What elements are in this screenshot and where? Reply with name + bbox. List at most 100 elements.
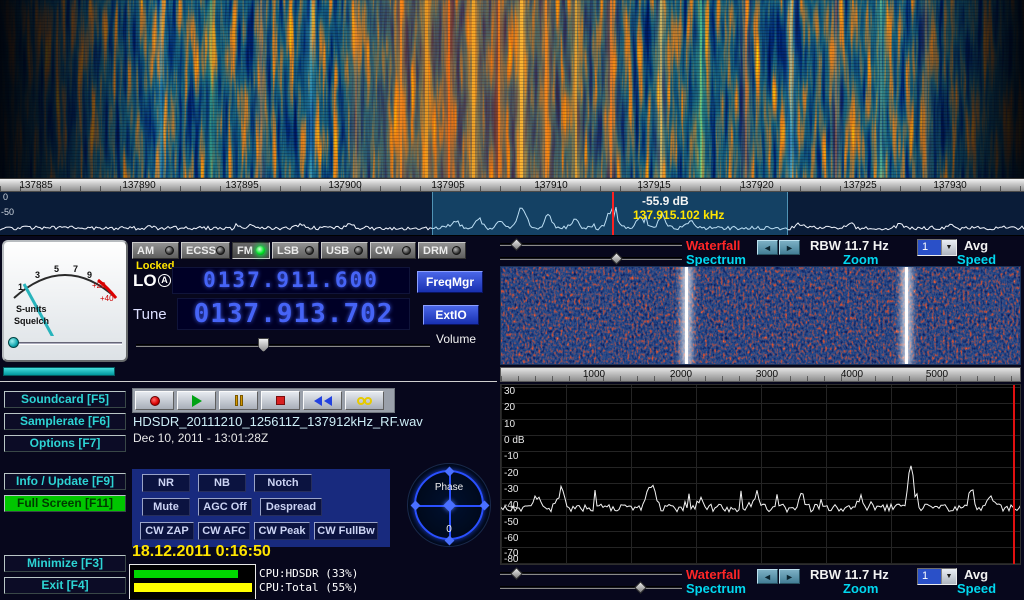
- stop-button[interactable]: [261, 391, 300, 410]
- squelch-slider-thumb[interactable]: [8, 337, 19, 348]
- waterfall-shift-control-2: ◄ ►: [757, 569, 800, 584]
- shift-right-button-2[interactable]: ►: [779, 569, 800, 584]
- waterfall-brightness-track-2[interactable]: [500, 572, 682, 575]
- mode-cw[interactable]: CW: [370, 242, 416, 259]
- cw-fullbw-button[interactable]: CW FullBw: [314, 522, 378, 540]
- volume-slider-track[interactable]: [136, 344, 430, 347]
- options-button[interactable]: Options [F7]: [4, 435, 126, 452]
- dropdown-arrow-icon[interactable]: ▼: [941, 240, 956, 255]
- hdsdr-window: 137885 137890 137895 137900 137905 13791…: [0, 0, 1024, 600]
- mode-usb[interactable]: USB: [321, 242, 368, 259]
- spectrum-gain-thumb[interactable]: [610, 252, 623, 265]
- tune-cursor-line: [612, 192, 614, 236]
- playback-toolbar: [132, 388, 395, 413]
- ruler-label: 137910: [534, 180, 567, 191]
- mode-fm[interactable]: FM: [232, 242, 270, 259]
- audio-spectrum-trace: [501, 385, 1021, 565]
- loop-button[interactable]: [345, 391, 384, 410]
- exit-button[interactable]: Exit [F4]: [4, 577, 126, 594]
- audio-waterfall-display[interactable]: [500, 266, 1021, 365]
- spectrum-gain-track-2[interactable]: [500, 586, 682, 589]
- lo-frequency-display[interactable]: 0137.911.600: [172, 267, 410, 294]
- db-scale-label: 20: [504, 403, 515, 413]
- knob-icon: [305, 246, 314, 255]
- mode-drm[interactable]: DRM: [418, 242, 466, 259]
- dropdown-arrow-icon[interactable]: ▼: [941, 569, 956, 584]
- cw-afc-button[interactable]: CW AFC: [198, 522, 250, 540]
- rbw-label: RBW 11.7 Hz: [810, 238, 889, 253]
- knob-icon: [216, 246, 225, 255]
- samplerate-button[interactable]: Samplerate [F6]: [4, 413, 126, 430]
- db-scale-label: 30: [504, 387, 515, 397]
- waterfall-brightness-thumb-2[interactable]: [510, 567, 523, 580]
- pause-icon: [240, 395, 243, 406]
- volume-slider-thumb[interactable]: [258, 338, 269, 352]
- ruler-label: 137915: [637, 180, 670, 191]
- volume-label: Volume: [436, 332, 476, 346]
- s-tick-plus20: +20: [92, 281, 106, 290]
- freqmgr-button[interactable]: FreqMgr: [417, 271, 483, 293]
- mode-ecss[interactable]: ECSS: [181, 242, 230, 259]
- spectrum-gain-track[interactable]: [500, 257, 682, 260]
- cw-peak-button[interactable]: CW Peak: [254, 522, 310, 540]
- rewind-button[interactable]: [303, 391, 342, 410]
- scale-label: 4000: [841, 369, 863, 380]
- play-button[interactable]: [177, 391, 216, 410]
- agc-button[interactable]: AGC Off: [198, 498, 252, 516]
- scale-label: 3000: [756, 369, 778, 380]
- zoom-label: Zoom: [843, 252, 878, 267]
- nr-button[interactable]: NR: [142, 474, 190, 492]
- audio-frequency-scale[interactable]: 1000 2000 3000 4000 5000: [500, 367, 1021, 382]
- waterfall-brightness-thumb[interactable]: [510, 238, 523, 251]
- zoom-selection-band[interactable]: [432, 192, 788, 236]
- audio-carrier-line: [685, 267, 688, 364]
- shift-right-button[interactable]: ►: [779, 240, 800, 255]
- squelch-slider-track[interactable]: [10, 342, 122, 345]
- spectrum-overview[interactable]: 0 -50 -55.9 dB 137.915.102 kHz: [0, 192, 1024, 236]
- rf-waterfall-display[interactable]: [0, 0, 1024, 178]
- shift-left-button[interactable]: ◄: [757, 240, 778, 255]
- s-tick: 7: [73, 264, 78, 274]
- spectrum-label-2: Spectrum: [686, 581, 746, 596]
- info-update-button[interactable]: Info / Update [F9]: [4, 473, 126, 490]
- soundcard-button[interactable]: Soundcard [F5]: [4, 391, 126, 408]
- scale-label: 5000: [926, 369, 948, 380]
- mode-label: DRM: [423, 245, 448, 257]
- divider-line: [0, 381, 497, 382]
- extio-button[interactable]: ExtIO: [423, 305, 479, 325]
- notch-button[interactable]: Notch: [254, 474, 312, 492]
- mode-lsb[interactable]: LSB: [272, 242, 319, 259]
- minimize-button[interactable]: Minimize [F3]: [4, 555, 126, 572]
- waterfall-brightness-track[interactable]: [500, 243, 682, 246]
- ruler-label: 137895: [225, 180, 258, 191]
- avg-label-2: Avg: [964, 567, 988, 582]
- mute-button[interactable]: Mute: [142, 498, 190, 516]
- s-meter: 1 3 5 7 9 +20 +40 S-units Squelch: [2, 240, 128, 362]
- db-scale-label: 10: [504, 420, 515, 430]
- nb-button[interactable]: NB: [198, 474, 246, 492]
- frequency-ruler[interactable]: 137885 137890 137895 137900 137905 13791…: [0, 178, 1024, 192]
- tune-frequency-display[interactable]: 0137.913.702: [177, 298, 410, 330]
- pause-button[interactable]: [219, 391, 258, 410]
- zoom-label-2: Zoom: [843, 581, 878, 596]
- cw-zap-button[interactable]: CW ZAP: [140, 522, 194, 540]
- shift-left-button-2[interactable]: ◄: [757, 569, 778, 584]
- despread-button[interactable]: Despread: [260, 498, 322, 516]
- record-button[interactable]: [135, 391, 174, 410]
- knob-icon: [165, 246, 174, 255]
- mode-am[interactable]: AM: [132, 242, 179, 259]
- stop-icon: [276, 396, 285, 405]
- audio-spectrum-display[interactable]: 30 20 10 0 dB -10 -20 -30 -40 -50 -60 -7…: [500, 384, 1021, 565]
- mode-label: CW: [375, 245, 393, 257]
- waterfall-shift-control: ◄ ►: [757, 240, 800, 255]
- waterfall-label-2: Waterfall: [686, 567, 740, 582]
- cpu-hdsdr-bar: [134, 570, 238, 578]
- avg-combobox[interactable]: 1 ▼: [917, 239, 957, 256]
- s-tick-plus40: +40: [100, 294, 114, 303]
- cpu-total-bar: [134, 583, 252, 592]
- lo-auto-badge[interactable]: A: [158, 274, 171, 287]
- fullscreen-button[interactable]: Full Screen [F11]: [4, 495, 126, 512]
- avg-combobox-2[interactable]: 1 ▼: [917, 568, 957, 585]
- spectrum-gain-thumb-2[interactable]: [634, 581, 647, 594]
- squelch-label: Squelch: [14, 316, 49, 326]
